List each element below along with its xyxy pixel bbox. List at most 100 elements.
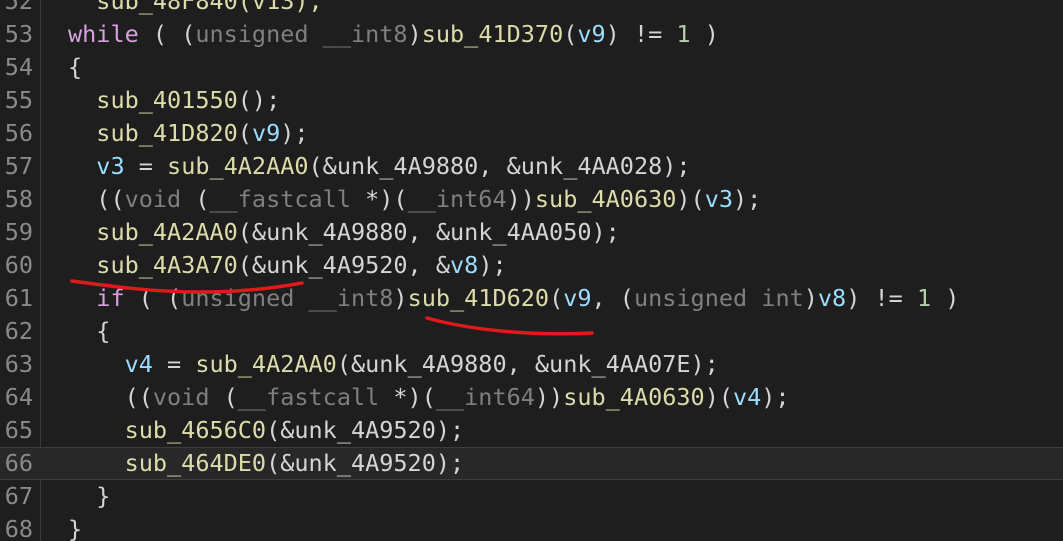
code-line-60[interactable]: 60 sub_4A3A70(&unk_4A9520, &v8); — [0, 249, 1063, 282]
code-token: *)( — [379, 383, 436, 411]
code-token: unsigned __int8 — [195, 20, 408, 48]
code-token: *)( — [350, 185, 408, 213]
line-number: 62 — [4, 317, 33, 345]
line-number: 53 — [4, 20, 33, 48]
code-token: __fastcall — [209, 185, 351, 213]
code-token: v9 — [577, 20, 606, 48]
code-token: v3 — [704, 185, 733, 213]
code-token: (( — [68, 383, 153, 411]
code-token: v8 — [817, 284, 847, 312]
code-line-57[interactable]: 57 v3 = sub_4A2AA0(&unk_4A9880, &unk_4AA… — [0, 150, 1063, 183]
code-line-56[interactable]: 56 sub_41D820(v9); — [0, 117, 1063, 150]
code-token: )( — [704, 383, 733, 411]
code-token: ( — [549, 284, 564, 312]
line-code: sub_48F840(v13); — [68, 0, 323, 18]
code-token: sub_4A0630 — [563, 383, 705, 411]
code-token: if — [96, 284, 125, 312]
code-line-68[interactable]: 68} — [0, 513, 1063, 541]
code-line-52[interactable]: 52 sub_48F840(v13); — [0, 0, 1063, 18]
code-line-62[interactable]: 62 { — [0, 315, 1063, 348]
code-token: } — [68, 482, 111, 510]
line-number: 58 — [4, 185, 33, 213]
code-line-65[interactable]: 65 sub_4656C0(&unk_4A9520); — [0, 414, 1063, 447]
line-number: 68 — [4, 515, 33, 541]
code-token: ); — [280, 119, 309, 147]
code-line-58[interactable]: 58 ((void (__fastcall *)(__int64))sub_4A… — [0, 183, 1063, 216]
code-token: ) — [393, 284, 408, 312]
line-code: if ( (unsigned __int8)sub_41D620(v9, (un… — [68, 282, 959, 315]
code-token: ) — [931, 284, 960, 312]
code-token: __fastcall — [237, 383, 380, 411]
code-token: (); — [237, 86, 281, 114]
code-token: (&unk_4A9520); — [266, 416, 465, 444]
code-line-66[interactable]: 66 sub_464DE0(&unk_4A9520); — [0, 447, 1063, 480]
line-code: } — [68, 513, 82, 541]
code-line-61[interactable]: 61 if ( (unsigned __int8)sub_41D620(v9, … — [0, 282, 1063, 315]
code-token: while — [68, 20, 139, 48]
code-token: v9 — [251, 119, 281, 147]
code-token: ( — [237, 119, 252, 147]
code-token: ) — [803, 284, 818, 312]
code-token: sub_401550 — [96, 86, 238, 114]
code-token: sub_4A3A70 — [96, 251, 238, 279]
line-code: sub_4A3A70(&unk_4A9520, &v8); — [68, 249, 506, 282]
code-token: sub_41D820 — [96, 119, 238, 147]
line-code: ((void (__fastcall *)(__int64))sub_4A063… — [68, 381, 790, 414]
code-line-54[interactable]: 54 { — [0, 51, 1063, 84]
code-line-67[interactable]: 67 } — [0, 480, 1063, 513]
code-token: )) — [534, 383, 564, 411]
code-token: sub_4A2AA0 — [195, 350, 337, 378]
code-token: ( — [181, 185, 210, 213]
code-line-59[interactable]: 59 sub_4A2AA0(&unk_4A9880, &unk_4AA050); — [0, 216, 1063, 249]
code-line-55[interactable]: 55 sub_401550(); — [0, 84, 1063, 117]
line-number: 65 — [4, 416, 33, 444]
line-code: sub_4A2AA0(&unk_4A9880, &unk_4AA050); — [68, 216, 620, 249]
code-line-64[interactable]: 64 ((void (__fastcall *)(__int64))sub_4A… — [0, 381, 1063, 414]
line-code: sub_464DE0(&unk_4A9520); — [68, 447, 465, 480]
line-number: 64 — [4, 383, 33, 411]
line-number: 55 — [4, 86, 33, 114]
code-token: ( — [563, 20, 578, 48]
code-token: v4 — [732, 383, 762, 411]
line-code: { — [68, 51, 82, 84]
line-code: v4 = sub_4A2AA0(&unk_4A9880, &unk_4AA07E… — [68, 348, 719, 381]
code-token: v9 — [563, 284, 592, 312]
code-token: ) != — [846, 284, 917, 312]
code-token: unsigned __int8 — [181, 284, 394, 312]
line-number: 52 — [4, 0, 33, 15]
code-token: )( — [676, 185, 705, 213]
code-token: ) — [690, 20, 719, 48]
code-token: { — [68, 317, 111, 345]
line-number: 59 — [4, 218, 33, 246]
line-number: 66 — [4, 449, 33, 477]
line-number: 56 — [4, 119, 33, 147]
code-token: sub_48F840(v13); — [68, 0, 323, 15]
code-token: (&unk_4A9880, &unk_4AA050); — [237, 218, 620, 246]
code-line-53[interactable]: 53 while ( (unsigned __int8)sub_41D370(v9… — [0, 18, 1063, 51]
code-token: sub_4656C0 — [124, 416, 267, 444]
code-token: sub_4A2AA0 — [167, 152, 309, 180]
code-token: ) — [407, 20, 422, 48]
code-token: __int64 — [435, 383, 535, 411]
line-number: 61 — [4, 284, 33, 312]
code-editor[interactable]: 52 sub_48F840(v13); 53 while ( (unsigned _… — [0, 0, 1063, 541]
code-token: v3 — [96, 152, 125, 180]
code-token: sub_41D370 — [421, 20, 564, 48]
code-line-63[interactable]: 63 v4 = sub_4A2AA0(&unk_4A9880, &unk_4AA… — [0, 348, 1063, 381]
code-token: )) — [506, 185, 535, 213]
line-code: { — [68, 315, 110, 348]
line-code: sub_401550(); — [68, 84, 280, 117]
line-number: 57 — [4, 152, 33, 180]
code-token: sub_464DE0 — [124, 449, 267, 477]
line-number: 67 — [4, 482, 33, 510]
code-token: __int64 — [407, 185, 507, 213]
code-token: (&unk_4A9520, & — [237, 251, 451, 279]
code-token: ( ( — [124, 284, 182, 312]
